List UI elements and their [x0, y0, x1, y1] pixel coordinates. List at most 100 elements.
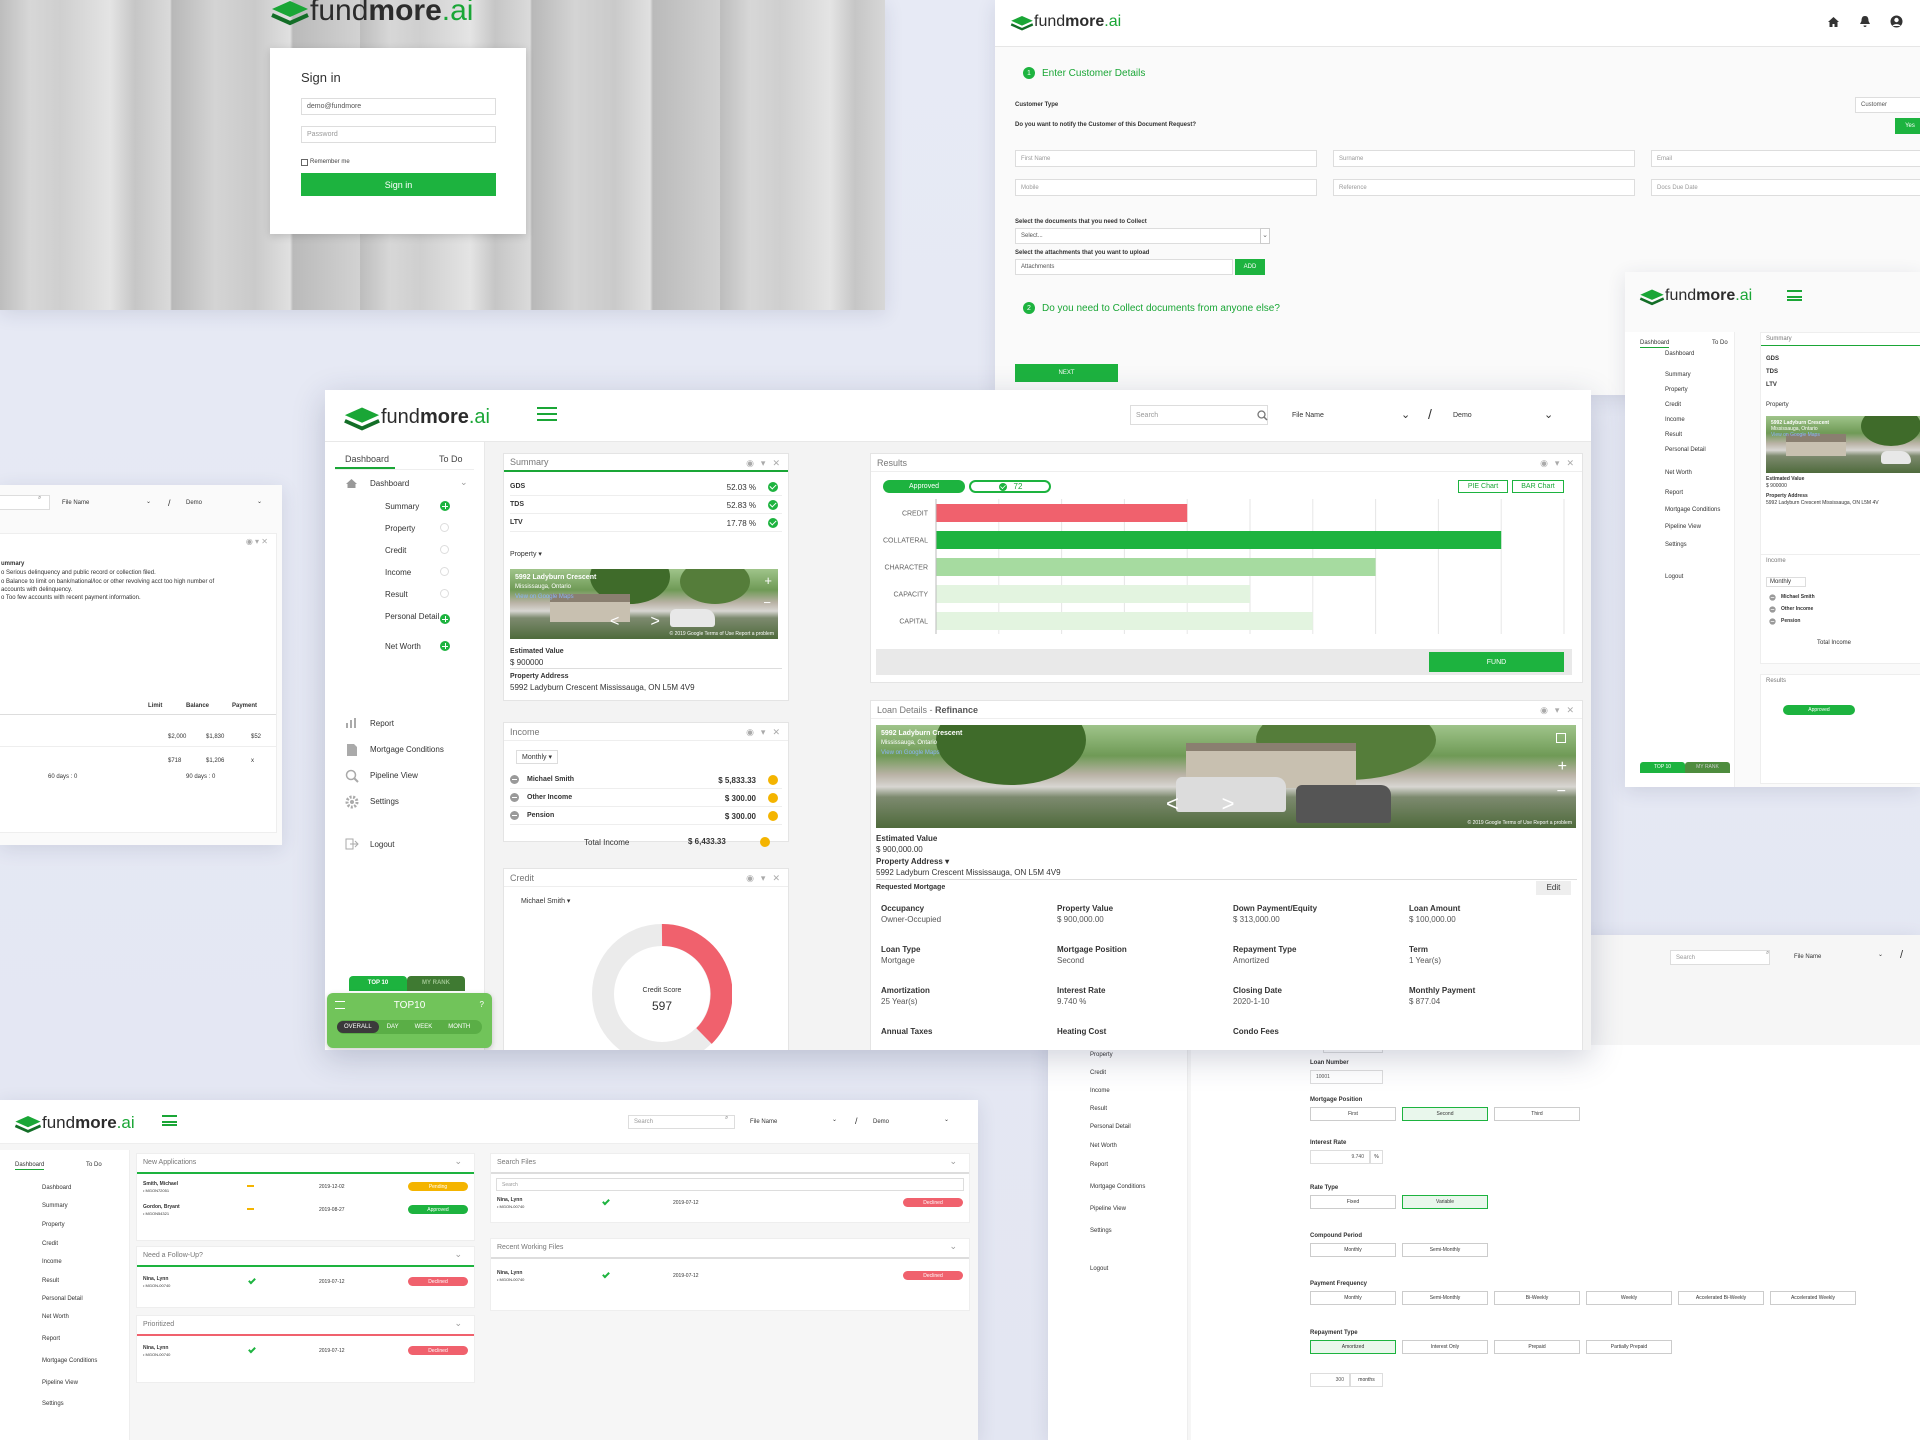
filter-week[interactable]: WEEK [407, 1021, 441, 1033]
next-button[interactable]: NEXT [1015, 364, 1118, 382]
property-dropdown[interactable]: Property [1766, 402, 1789, 408]
period-select[interactable]: Monthly ▾ [516, 750, 558, 764]
tab-dashboard[interactable]: Dashboard [15, 1162, 45, 1170]
close-icon[interactable]: ✕ [772, 458, 780, 469]
remove-icon[interactable] [1769, 606, 1776, 613]
google-maps-link[interactable]: View on Google Maps [881, 750, 940, 756]
zoom-out-icon[interactable]: − [763, 595, 771, 610]
months-input[interactable]: 300 [1310, 1373, 1350, 1387]
zoom-in-icon[interactable]: + [764, 573, 772, 588]
menu-icon[interactable] [537, 407, 557, 421]
attachments-input[interactable]: Attachments [1015, 259, 1233, 275]
row-name[interactable]: Smith, Michael [143, 1181, 178, 1187]
row-name[interactable]: Nina, Lynn [143, 1276, 168, 1282]
sidebar-item[interactable]: Personal Detail [42, 1296, 83, 1302]
street-nav-arrows[interactable]: < > [610, 613, 660, 631]
remove-icon[interactable] [1769, 618, 1776, 625]
option-button[interactable]: Semi-Monthly [1402, 1243, 1488, 1257]
filter-day[interactable]: DAY [379, 1021, 407, 1033]
search-input[interactable] [0, 495, 50, 510]
sidebar-item[interactable]: Net Worth [1665, 470, 1725, 477]
sidebar-item[interactable]: Income [1665, 417, 1725, 424]
sidebar-item[interactable]: Personal Detail [1090, 1124, 1131, 1130]
option-button[interactable]: Amortized [1310, 1340, 1396, 1354]
sidebar-item[interactable]: Property [1090, 1052, 1113, 1058]
eye-icon[interactable]: ◉ [1540, 705, 1548, 716]
zoom-out-icon[interactable]: − [1557, 783, 1566, 801]
option-button[interactable]: Monthly [1310, 1243, 1396, 1257]
fullscreen-icon[interactable] [1556, 733, 1566, 743]
chevron-down-icon[interactable]: ⌄ [1878, 951, 1883, 958]
edit-button[interactable]: Edit [1536, 881, 1571, 895]
sidebar-item[interactable]: Credit [325, 538, 485, 560]
home-icon[interactable] [1827, 16, 1840, 28]
sidebar-item[interactable]: Report [1090, 1162, 1108, 1168]
loan-number-input[interactable]: 10001 [1310, 1070, 1383, 1084]
search-icon[interactable]: ⌕ [38, 495, 41, 502]
sidebar-item[interactable]: Property [325, 516, 485, 538]
reference-input[interactable]: Reference [1333, 179, 1635, 196]
help-icon[interactable]: ? [480, 1000, 484, 1009]
sidebar-item[interactable]: Personal Detail [325, 604, 485, 634]
option-button[interactable]: Monthly [1310, 1291, 1396, 1305]
myrank-tab[interactable]: MY RANK [407, 976, 465, 991]
sidebar-item[interactable]: Settings [1665, 542, 1725, 549]
password-field[interactable]: Password [301, 126, 496, 143]
chevron-down-icon[interactable]: ▾ [761, 458, 766, 469]
chevron-down-icon[interactable]: ⌄ [454, 1249, 462, 1260]
street-nav-arrows[interactable]: < > [1166, 791, 1234, 817]
tab-dashboard[interactable]: Dashboard [1640, 340, 1670, 348]
tab-todo[interactable]: To Do [86, 1162, 102, 1168]
sidebar-item[interactable]: Pipeline View [1090, 1206, 1126, 1212]
option-button[interactable]: First [1310, 1107, 1396, 1121]
sidebar-item[interactable]: Result [42, 1278, 59, 1284]
sidebar-item[interactable]: Dashboard ⌄ [325, 472, 485, 494]
sidebar-item[interactable]: Net Worth [325, 634, 485, 656]
mobile-input[interactable]: Mobile [1015, 179, 1317, 196]
pie-chart-button[interactable]: PIE Chart [1458, 480, 1508, 493]
tab-todo[interactable]: To Do [439, 454, 463, 464]
option-button[interactable]: Accelerated Weekly [1770, 1291, 1856, 1305]
chevron-down-icon[interactable]: ⌄ [949, 1156, 957, 1167]
add-icon[interactable] [440, 614, 450, 624]
sidebar-item[interactable]: Dashboard [42, 1185, 71, 1191]
search-input[interactable]: Search [1670, 950, 1770, 965]
sidebar-item[interactable]: Personal Detail [1665, 447, 1725, 454]
eye-icon[interactable]: ◉ [746, 458, 754, 469]
sidebar-item[interactable]: Logout [1090, 1266, 1108, 1272]
chevron-down-icon[interactable]: ▾ [1555, 705, 1560, 716]
sidebar-item[interactable]: Pipeline View [1665, 524, 1725, 531]
sidebar-item[interactable]: Property [1665, 387, 1725, 394]
filter-month[interactable]: MONTH [440, 1021, 478, 1033]
sidebar-item[interactable]: Dashboard [1665, 351, 1725, 358]
sidebar-item[interactable]: Mortgage Conditions [42, 1358, 97, 1364]
eye-icon[interactable]: ◉ [746, 873, 754, 884]
sidebar-item[interactable]: Income [1090, 1088, 1110, 1094]
sidebar-item[interactable]: Settings [325, 790, 485, 812]
tab-dashboard[interactable]: Dashboard [345, 454, 389, 464]
option-button[interactable]: Semi-Monthly [1402, 1291, 1488, 1305]
customer-type-select[interactable]: Customer [1855, 97, 1920, 113]
search-files-input[interactable]: Search [496, 1178, 964, 1191]
close-icon[interactable]: ✕ [1566, 705, 1574, 716]
sidebar-item[interactable]: Report [42, 1336, 60, 1342]
eye-icon[interactable]: ◉ [746, 727, 754, 738]
option-button[interactable]: Third [1494, 1107, 1580, 1121]
google-maps-link[interactable]: View on Google Maps [1771, 432, 1820, 438]
search-icon[interactable]: ⌕ [1766, 950, 1769, 957]
person-select[interactable]: Michael Smith ▾ [521, 897, 570, 905]
sidebar-item[interactable]: Pipeline View [42, 1380, 78, 1386]
email-input[interactable]: Email [1651, 150, 1920, 167]
close-icon[interactable]: ✕ [772, 873, 780, 884]
remove-icon[interactable] [1769, 594, 1776, 601]
chevron-down-icon[interactable]: ⌄ [460, 477, 468, 488]
sidebar-item[interactable]: Logout [1665, 574, 1725, 581]
surname-input[interactable]: Surname [1333, 150, 1635, 167]
eye-icon[interactable]: ◉ [1540, 458, 1548, 469]
row-name[interactable]: Nina, Lynn [143, 1345, 168, 1351]
user-icon[interactable] [1890, 15, 1903, 28]
search-input[interactable]: Search [1130, 405, 1268, 425]
sidebar-item[interactable]: Mortgage Conditions [1090, 1184, 1145, 1190]
chevron-down-icon[interactable]: ⌄ [454, 1318, 462, 1329]
sidebar-item[interactable]: Result [325, 582, 485, 604]
